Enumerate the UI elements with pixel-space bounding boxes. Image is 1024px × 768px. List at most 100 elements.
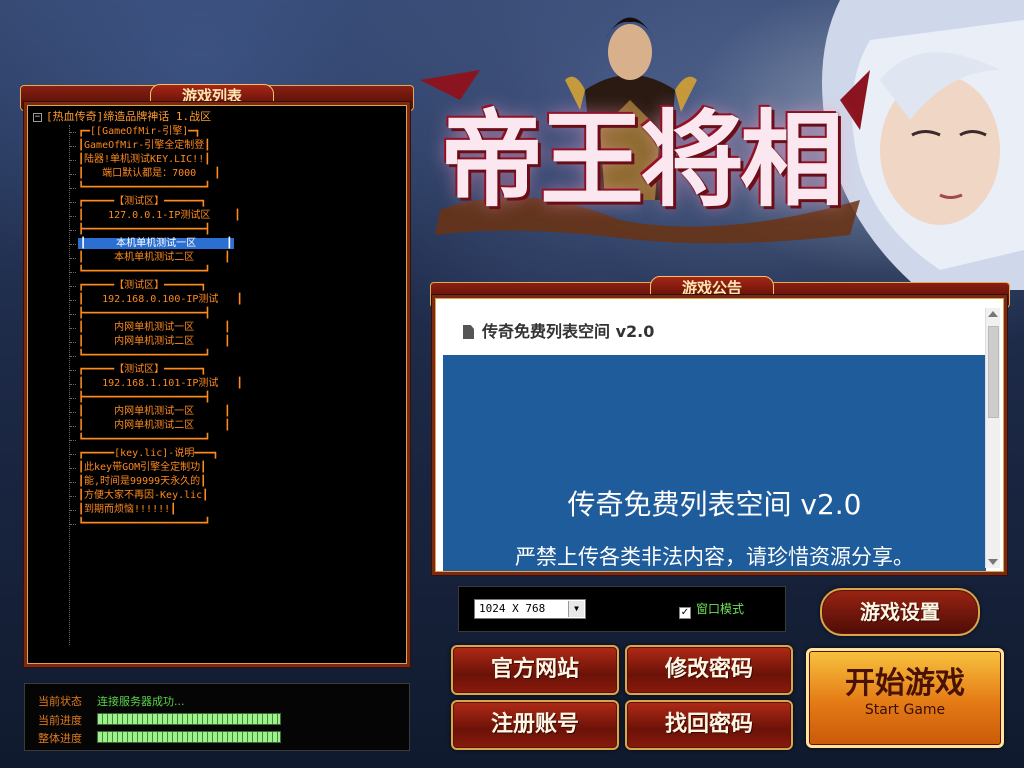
tree-branch [70,202,76,203]
scroll-up-icon[interactable] [988,311,998,317]
collapse-icon[interactable]: − [33,112,42,122]
tree-branch [70,286,76,287]
server-entry-label: ┏━━━━━[key.lic]-说明━━━┓ [78,448,219,459]
server-entry[interactable]: ┃到期而烦恼!!!!!!┃ [33,503,405,517]
server-entry[interactable]: ┏━━━━━[key.lic]-说明━━━┓ [33,447,405,461]
server-entry-label: ┃方便大家不再因-Key.lic┃ [78,490,209,501]
game-settings-button[interactable]: 游戏设置 [820,588,980,636]
resolution-select[interactable]: 1024 X 768 ▼ [474,599,586,619]
server-entry[interactable]: ┃ 127.0.0.1-IP测试区 ┃ [33,209,405,223]
server-entry-label: ┃ 本机单机测试二区 ┃ [78,252,231,263]
tree-branch [70,496,76,497]
tree-branch [70,300,76,301]
notice-banner: 传奇免费列表空间 v2.0 严禁上传各类非法内容，请珍惜资源分享。 [443,355,986,571]
server-entry-label: ┃ 内网单机测试二区 ┃ [78,336,231,347]
recover-password-button[interactable]: 找回密码 [625,700,793,750]
notice-panel: 传奇免费列表空间 v2.0 传奇免费列表空间 v2.0 严禁上传各类非法内容，请… [432,295,1007,575]
server-entry[interactable]: ┃ 内网单机测试二区 ┃ [33,335,405,349]
server-entry-label: ┃ 内网单机测试一区 ┃ [78,406,231,417]
server-entry[interactable]: ┃GameOfMir-引擎全定制登┃ [33,139,405,153]
server-entry[interactable]: ┣━━━━━━━━━━━━━━━━━━━━┫ [33,391,405,405]
server-entry[interactable]: ┗━━━━━━━━━━━━━━━━━━━━┛ [33,517,405,531]
server-entry-label: ┣━━━━━━━━━━━━━━━━━━━━┫ [78,392,211,403]
chevron-down-icon[interactable]: ▼ [568,601,584,617]
server-entry-label: ┃陆器!单机测试KEY.LIC!!┃ [78,154,211,165]
server-entry[interactable]: ┏━━━━━【测试区】━━━━━━┓ [33,195,405,209]
tree-branch [70,524,76,525]
tree-branch [70,314,76,315]
total-progress-label: 整体进度 [38,732,82,745]
server-entry[interactable]: ┃ 端口默认都是：7000 ┃ [33,167,405,181]
tree-branch [70,384,76,385]
tree-branch [70,510,76,511]
server-entry-label: ┃GameOfMir-引擎全定制登┃ [78,140,211,151]
tree-branch [70,174,76,175]
tree-branch [70,230,76,231]
server-entry-label: ┃ 内网单机测试二区 ┃ [78,420,231,431]
server-entry[interactable]: ┃ 192.168.1.101-IP测试 ┃ [33,377,405,391]
status-label: 当前状态 [38,695,82,708]
server-entry-label: ┃能,时间是99999天永久的┃ [78,476,207,487]
notice-scrollbar[interactable] [985,308,1000,568]
server-entry-label: ┏━━━━━【测试区】━━━━━━┓ [78,364,207,375]
server-tree-root[interactable]: − [热血传奇]缔造品牌神话 1.战区 [33,109,405,125]
server-entry-label: ┗━━━━━━━━━━━━━━━━━━━━┛ [78,182,211,193]
windowed-mode-option[interactable]: ✓ 窗口模式 [679,600,744,619]
total-progress-fill [98,732,280,742]
start-game-label: 开始游戏 [845,666,965,701]
tree-branch [70,370,76,371]
server-entry[interactable]: ┗━━━━━━━━━━━━━━━━━━━━┛ [33,181,405,195]
server-entry[interactable]: ┏━━━━━【测试区】━━━━━━┓ [33,363,405,377]
windowed-mode-checkbox[interactable]: ✓ [679,607,691,619]
tree-branch [70,356,76,357]
change-password-button[interactable]: 修改密码 [625,645,793,695]
server-entry[interactable]: ┃ 192.168.0.100-IP测试 ┃ [33,293,405,307]
document-icon [463,325,474,339]
official-site-button[interactable]: 官方网站 [451,645,619,695]
status-panel: 当前状态 连接服务器成功... 当前进度 整体进度 [24,683,410,751]
server-entry[interactable]: ┃ 本机单机测试二区 ┃ [33,251,405,265]
server-entry[interactable]: ┃方便大家不再因-Key.lic┃ [33,489,405,503]
server-entry[interactable]: ┃陆器!单机测试KEY.LIC!!┃ [33,153,405,167]
server-entry[interactable]: ┣━━━━━━━━━━━━━━━━━━━━┫ [33,223,405,237]
tree-branch [70,132,76,133]
scroll-down-icon[interactable] [988,559,998,565]
tree-branch [70,440,76,441]
server-entry[interactable]: ┗━━━━━━━━━━━━━━━━━━━━┛ [33,265,405,279]
server-entry[interactable]: ┃此key带GOM引擎全定制功┃ [33,461,405,475]
display-settings-bar: 1024 X 768 ▼ ✓ 窗口模式 [458,586,786,632]
server-entry[interactable]: ┏━━━━━【测试区】━━━━━━┓ [33,279,405,293]
notice-banner-title: 传奇免费列表空间 v2.0 [567,488,862,521]
start-game-sublabel: Start Game [864,702,946,718]
start-game-button[interactable]: 开始游戏 Start Game [806,648,1004,748]
server-entry[interactable]: ┗━━━━━━━━━━━━━━━━━━━━┛ [33,433,405,447]
register-account-button[interactable]: 注册账号 [451,700,619,750]
tree-branch [70,160,76,161]
server-entry[interactable]: ┣━━━━━━━━━━━━━━━━━━━━┫ [33,307,405,321]
launcher-window: – X 帝王将相 游戏列表 −[热血传奇]缔造品牌神话 1.战区 ┏━[[Gam… [0,0,1024,768]
server-entry[interactable]: ┃ 内网单机测试一区 ┃ [33,321,405,335]
server-entry-label: ┗━━━━━━━━━━━━━━━━━━━━┛ [78,266,211,277]
server-entry[interactable]: ┃ 内网单机测试一区 ┃ [33,405,405,419]
tree-branch [70,398,76,399]
server-entry-label: ┗━━━━━━━━━━━━━━━━━━━━┛ [78,434,211,445]
server-entry[interactable]: ┃能,时间是99999天永久的┃ [33,475,405,489]
server-entry-label: ┗━━━━━━━━━━━━━━━━━━━━┛ [78,350,211,361]
tree-branch [70,342,76,343]
tree-branch [70,272,76,273]
notice-scroll-thumb[interactable] [988,326,999,418]
current-progress-label: 当前进度 [38,714,82,727]
tree-branch [70,328,76,329]
tree-branch [70,216,76,217]
server-entry[interactable]: ┃ 内网单机测试二区 ┃ [33,419,405,433]
tree-branch [70,482,76,483]
server-entry[interactable]: ┃ 本机单机测试一区 ┃ [33,237,405,251]
server-entry-label: ┏━━━━━【测试区】━━━━━━┓ [78,280,207,291]
server-entry[interactable]: ┗━━━━━━━━━━━━━━━━━━━━┛ [33,349,405,363]
server-entry[interactable]: ┏━[[GameOfMir-引擎]━┓ [33,125,405,139]
status-value: 连接服务器成功... [97,695,185,708]
current-progress-bar [97,713,281,725]
tree-branch [70,188,76,189]
current-progress-fill [98,714,280,724]
server-entry-label: ┃到期而烦恼!!!!!!┃ [78,504,177,515]
